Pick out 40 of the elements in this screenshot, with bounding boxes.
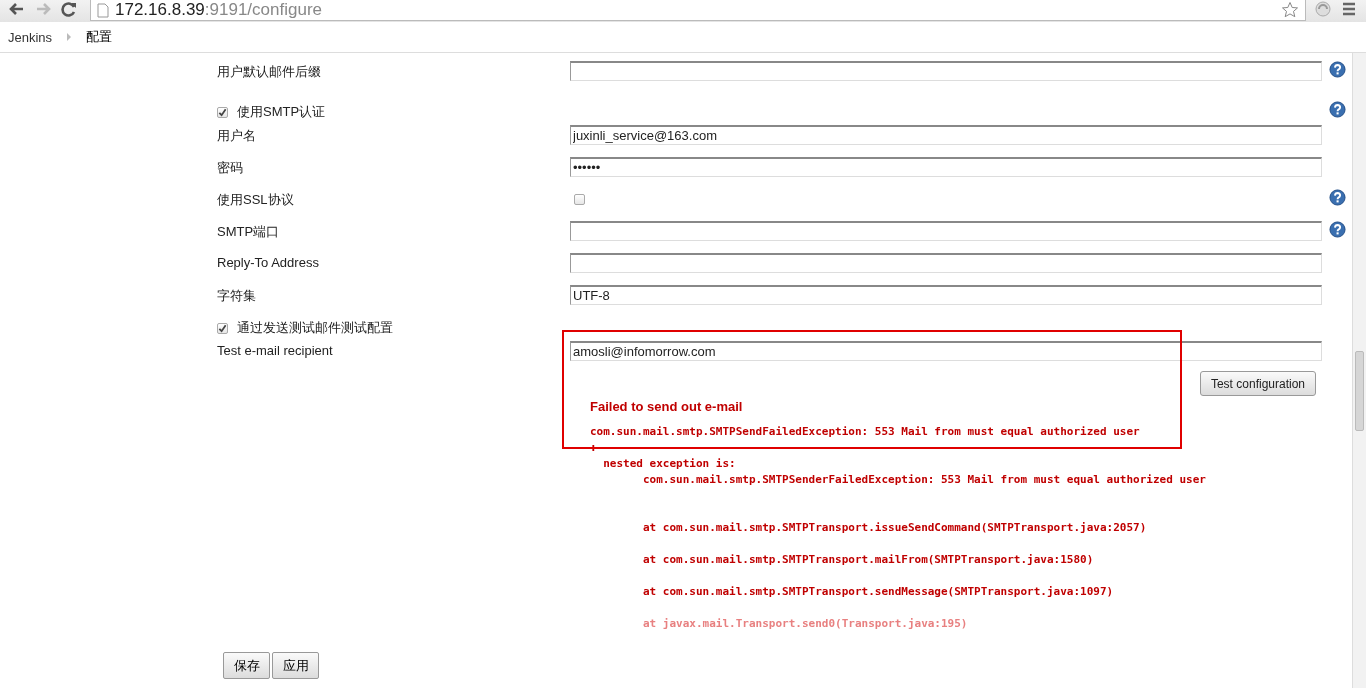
stack-trace-line: at javax.mail.Transport.send0(Transport.java:195): [641, 616, 969, 632]
test-configuration-button[interactable]: Test configuration: [1199, 371, 1316, 396]
chevron-icon: [66, 33, 73, 41]
scrollbar[interactable]: [1352, 53, 1366, 688]
help-icon[interactable]: [1329, 221, 1346, 238]
email-field[interactable]: amosli@infomorrow.com: [570, 341, 1322, 361]
field-label: Reply-To Address: [217, 254, 320, 270]
menu-icon[interactable]: [1340, 0, 1358, 18]
checkbox-label: 通过发送测试邮件测试配置: [237, 319, 393, 337]
checkbox[interactable]: [574, 194, 585, 205]
field-label: 用户默认邮件后缀: [217, 63, 322, 81]
form-button[interactable]: 保存: [223, 652, 270, 679]
text-field[interactable]: UTF-8: [570, 285, 1322, 305]
text-field[interactable]: ••••••: [570, 157, 1322, 177]
field-label: 使用SSL协议: [217, 191, 295, 209]
help-icon[interactable]: [1329, 189, 1346, 206]
form-button[interactable]: 应用: [272, 652, 319, 679]
help-icon[interactable]: [1329, 61, 1346, 78]
address-bar[interactable]: 172.16.8.39:9191/configure: [90, 0, 1306, 21]
help-icon[interactable]: [1329, 101, 1346, 118]
text-field[interactable]: [570, 221, 1322, 241]
stack-trace: com.sun.mail.smtp.SMTPSendFailedException: 553 Mail from must equal authorized user : nested exception is: com.sun.mail.smtp.SMTPSenderFailedException: 553 Mail from must equal authorized user at com.sun.mail.smtp.SMTPTransport.issueSendCommand(SMTPTransport.java:2057) at com.sun.mail.smtp.SMTPTransport.mailFrom(SMTPTransport.java:1580) at com.sun.mail.smtp.SMTPTransport.sendMessage(SMTPTransport.java:1097): [590, 424, 1207, 600]
field-label: SMTP端口: [217, 223, 281, 241]
extension-icon[interactable]: [1314, 0, 1332, 18]
checkbox-label: 使用SMTP认证: [237, 103, 326, 121]
star-icon[interactable]: [1281, 1, 1299, 19]
field-label: 用户名: [217, 127, 257, 145]
text-field[interactable]: [570, 61, 1322, 81]
text-field[interactable]: juxinli_service@163.com: [570, 125, 1322, 145]
field-label: Test e-mail recipient: [217, 342, 334, 358]
text-field[interactable]: [570, 253, 1322, 273]
field-label: 密码: [217, 159, 244, 177]
field-label: 字符集: [217, 287, 257, 305]
reload-icon[interactable]: [60, 0, 78, 18]
checkbox[interactable]: [217, 106, 228, 118]
error-title: Failed to send out e-mail: [590, 399, 744, 414]
breadcrumb-link[interactable]: Jenkins: [8, 29, 53, 45]
page-icon: [97, 2, 109, 18]
checkbox[interactable]: [217, 322, 228, 334]
breadcrumb-link[interactable]: 配置: [86, 28, 113, 46]
